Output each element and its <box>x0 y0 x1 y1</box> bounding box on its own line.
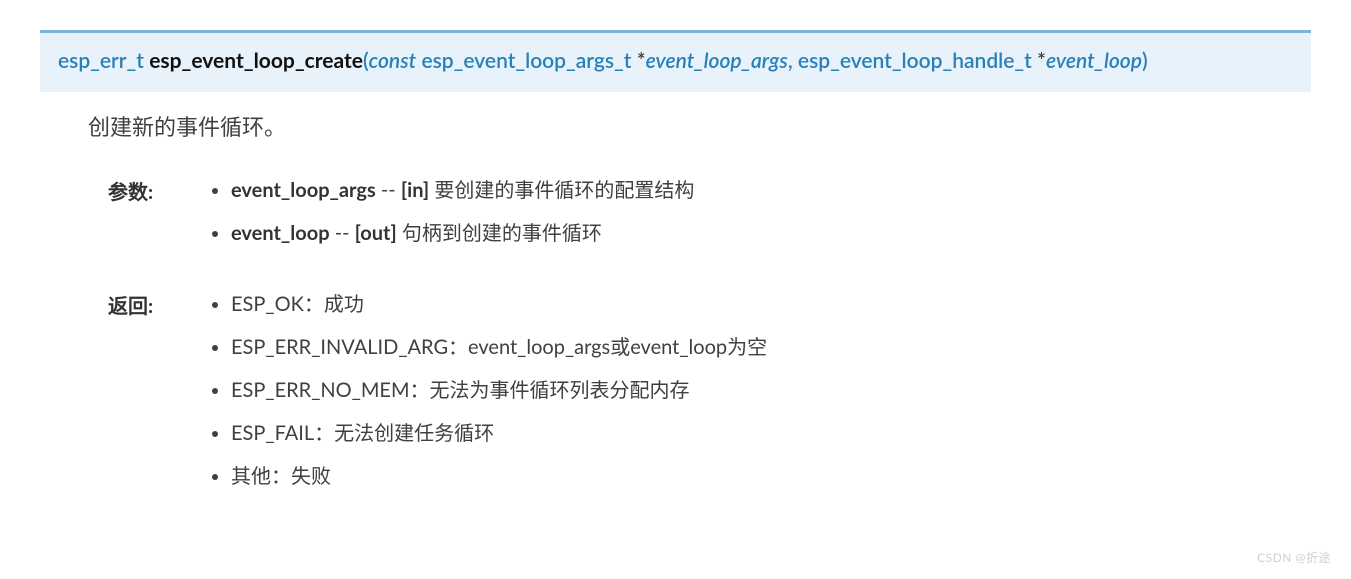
param-item-dir: [in] <box>401 178 429 202</box>
param-item-desc: 句柄到创建的事件循环 <box>402 221 602 245</box>
brief-description: 创建新的事件循环。 <box>88 110 1311 143</box>
param-name-1: event_loop <box>1046 48 1142 73</box>
return-type: esp_err_t <box>58 48 144 73</box>
param-type-0: esp_event_loop_args_t <box>421 48 631 73</box>
params-list: event_loop_args -- [in] 要创建的事件循环的配置结构 ev… <box>203 175 1311 249</box>
param-item-dir: [out] <box>355 221 397 245</box>
return-item: ESP_FAIL：无法创建任务循环 <box>231 418 1311 449</box>
returns-label: 返回: <box>88 289 203 321</box>
params-label: 参数: <box>88 175 203 207</box>
return-item: 其他：失败 <box>231 461 1311 492</box>
description-block: 创建新的事件循环。 参数: event_loop_args -- [in] 要创… <box>40 110 1311 504</box>
return-item: ESP_ERR_NO_MEM：无法为事件循环列表分配内存 <box>231 375 1311 406</box>
returns-list: ESP_OK：成功 ESP_ERR_INVALID_ARG：event_loop… <box>203 289 1311 492</box>
param-item: event_loop -- [out] 句柄到创建的事件循环 <box>231 218 1311 249</box>
function-signature-box: esp_err_t esp_event_loop_create(const es… <box>40 30 1311 92</box>
star-0: * <box>637 48 646 73</box>
param-item-name: event_loop <box>231 221 330 245</box>
function-name: esp_event_loop_create <box>149 48 363 73</box>
param-type-1: esp_event_loop_handle_t <box>798 48 1032 73</box>
function-signature: esp_err_t esp_event_loop_create(const es… <box>58 45 1293 78</box>
comma-0: , <box>788 48 798 73</box>
params-body: event_loop_args -- [in] 要创建的事件循环的配置结构 ev… <box>203 175 1311 261</box>
param-name-0: event_loop_args <box>646 48 788 73</box>
param-item-name: event_loop_args <box>231 178 376 202</box>
returns-section: 返回: ESP_OK：成功 ESP_ERR_INVALID_ARG：event_… <box>88 289 1311 504</box>
param-keyword-0: const <box>369 48 417 73</box>
param-item-desc: 要创建的事件循环的配置结构 <box>434 178 694 202</box>
returns-body: ESP_OK：成功 ESP_ERR_INVALID_ARG：event_loop… <box>203 289 1311 504</box>
param-item: event_loop_args -- [in] 要创建的事件循环的配置结构 <box>231 175 1311 206</box>
return-item: ESP_ERR_INVALID_ARG：event_loop_args或even… <box>231 332 1311 363</box>
params-section: 参数: event_loop_args -- [in] 要创建的事件循环的配置结… <box>88 175 1311 261</box>
watermark: CSDN @折途 <box>1257 549 1331 567</box>
star-1: * <box>1037 48 1046 73</box>
return-item: ESP_OK：成功 <box>231 289 1311 320</box>
close-paren: ) <box>1142 48 1148 73</box>
